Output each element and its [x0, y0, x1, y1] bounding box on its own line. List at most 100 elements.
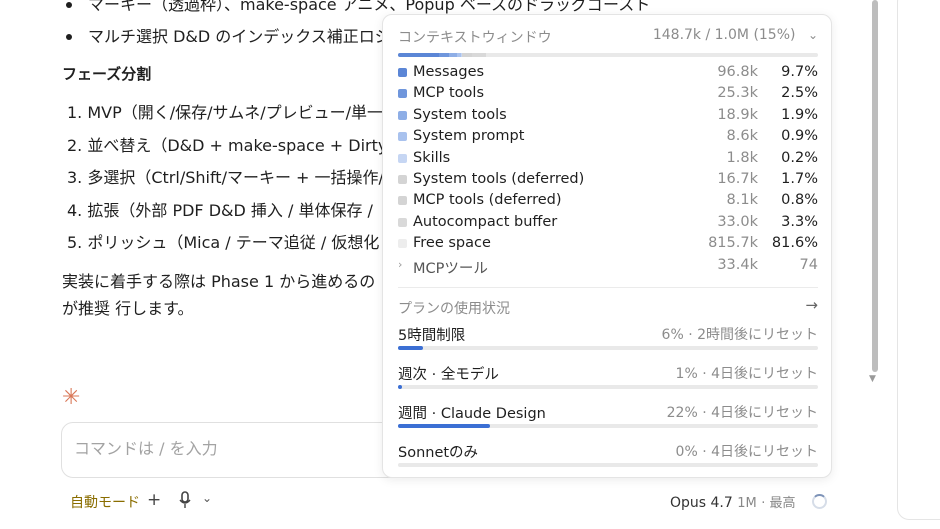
category-label: MCP tools (deferred): [413, 192, 562, 209]
list-item: 4. 拡張（外部 PDF D&D 挿入 / 単体保存 /: [67, 200, 373, 220]
plan-usage-header[interactable]: プランの使用状況 →: [398, 296, 818, 318]
category-amount: 18.9k: [717, 106, 758, 123]
context-usage-ring-icon[interactable]: [812, 494, 827, 509]
context-usage-bar: [398, 53, 818, 57]
category-amount: 1.8k: [726, 149, 758, 166]
legend-swatch: [398, 239, 407, 249]
scroll-down-icon[interactable]: ▼: [869, 374, 876, 384]
category-amount: 8.6k: [726, 128, 758, 145]
legend-swatch: [398, 217, 407, 227]
model-effort: · 最高: [761, 496, 796, 511]
legend-swatch: [398, 196, 407, 206]
category-percent: 0.2%: [781, 149, 818, 166]
category-amount: 96.8k: [717, 64, 758, 80]
category-percent: 2.5%: [781, 85, 818, 102]
context-category-row: System tools (deferred) 16.7k 1.7%: [398, 169, 818, 190]
mcp-group-label: MCPツール: [413, 261, 488, 277]
summary-text: 実装に着手する際は Phase 1 から進めるのが推奨 行します。: [62, 272, 376, 318]
category-label: System tools (deferred): [413, 170, 585, 187]
limit-label: 5時間制限: [398, 328, 466, 344]
category-label: Skills: [413, 149, 451, 166]
context-category-row: MCP tools (deferred) 8.1k 0.8%: [398, 190, 818, 211]
category-amount: 8.1k: [726, 192, 758, 209]
limit-progress-fill: [398, 385, 403, 389]
category-label: MCP tools: [413, 85, 484, 102]
category-percent: 81.6%: [771, 235, 818, 252]
limit-progress-track: [398, 463, 818, 467]
context-category-row: Messages 96.8k 9.7%: [398, 62, 818, 83]
side-panel: [897, 0, 940, 520]
usage-segment: [461, 53, 469, 57]
context-header[interactable]: コンテキストウィンドウ 148.7k / 1.0M (15%) ⌄: [398, 27, 818, 47]
legend-swatch: [398, 89, 407, 99]
chevron-down-icon[interactable]: ⌄: [808, 28, 818, 42]
divider: [398, 287, 818, 288]
limit-label: 週次 · 全モデル: [398, 367, 499, 383]
limit-progress-fill: [398, 424, 491, 428]
context-category-row: Free space 815.7k 81.6%: [398, 233, 818, 254]
category-amount: 25.3k: [717, 85, 758, 102]
limit-label: Sonnetのみ: [398, 445, 479, 461]
category-percent: 0.9%: [781, 128, 818, 145]
claude-spark-icon: ✳: [62, 385, 81, 410]
context-popup: コンテキストウィンドウ 148.7k / 1.0M (15%) ⌄ Messag…: [382, 14, 832, 478]
scrollbar-thumb[interactable]: [872, 0, 878, 372]
usage-segment: [398, 53, 439, 57]
chevron-down-icon[interactable]: ⌄: [202, 491, 212, 505]
category-label: Free space: [413, 235, 491, 252]
mcp-tools-group[interactable]: › MCPツール 33.4k 74: [398, 257, 818, 279]
limit-progress-track: [398, 346, 818, 350]
mode-selector[interactable]: 自動モード: [70, 492, 140, 512]
legend-swatch: [398, 110, 407, 120]
model-name: Opus 4.7: [670, 495, 733, 511]
context-category-list: Messages 96.8k 9.7% MCP tools 25.3k 2.5% Syste…: [398, 62, 818, 255]
category-label: Autocompact buffer: [413, 213, 558, 230]
context-title: コンテキストウィンドウ: [398, 30, 552, 46]
model-selector[interactable]: Opus 4.7 1M · 最高: [670, 492, 795, 511]
context-category-row: MCP tools 25.3k 2.5%: [398, 83, 818, 104]
phase-list: 1. MVP（開く/保存/サムネ/プレビュー/単一選 2. 並べ替え（D&D +…: [67, 102, 411, 265]
add-icon[interactable]: +: [147, 490, 161, 510]
list-item: 1. MVP（開く/保存/サムネ/プレビュー/単一選: [67, 103, 399, 122]
context-category-row: System prompt 8.6k 0.9%: [398, 126, 818, 147]
model-context: 1M: [737, 496, 757, 511]
category-percent: 1.9%: [781, 106, 818, 123]
list-item: 2. 並べ替え（D&D + make-space + Dirty: [67, 135, 388, 155]
microphone-icon[interactable]: [179, 491, 191, 509]
context-category-row: Skills 1.8k 0.2%: [398, 148, 818, 169]
usage-segment: [438, 53, 450, 57]
category-amount: 815.7k: [708, 235, 758, 252]
plan-limit-row: Sonnetのみ 0% · 4日後にリセット: [398, 441, 818, 469]
category-label: System tools: [413, 106, 507, 123]
chevron-right-icon: ›: [398, 258, 403, 271]
usage-segment: [472, 53, 487, 57]
plan-limit-row: 5時間制限 6% · 2時間後にリセット: [398, 324, 818, 352]
plan-usage-title: プランの使用状況: [398, 301, 510, 317]
arrow-right-icon[interactable]: →: [805, 296, 818, 314]
category-label: Messages: [413, 64, 485, 80]
context-usage: 148.7k / 1.0M (15%) ⌄: [652, 27, 818, 43]
category-percent: 3.3%: [781, 213, 818, 230]
limit-progress-track: [398, 424, 818, 428]
legend-swatch: [398, 68, 407, 77]
limit-label: 週間 · Claude Design: [398, 406, 546, 422]
limit-progress-track: [398, 385, 818, 389]
limit-status: 1% · 4日後にリセット: [675, 366, 818, 382]
category-percent: 0.8%: [781, 192, 818, 209]
limit-progress-fill: [398, 346, 424, 350]
legend-swatch: [398, 153, 407, 163]
limit-status: 0% · 4日後にリセット: [675, 444, 818, 460]
context-category-row: System tools 18.9k 1.9%: [398, 105, 818, 126]
legend-swatch: [398, 174, 407, 184]
command-input[interactable]: [74, 439, 374, 458]
section-heading: フェーズ分割: [62, 65, 152, 83]
category-label: System prompt: [413, 128, 525, 145]
legend-swatch: [398, 132, 407, 142]
category-percent: 1.7%: [781, 170, 818, 187]
mcp-group-amount: 33.4k: [717, 257, 758, 273]
category-amount: 16.7k: [717, 170, 758, 187]
plan-limit-row: 週次 · 全モデル 1% · 4日後にリセット: [398, 363, 818, 391]
usage-segment: [449, 53, 458, 57]
limit-status: 6% · 2時間後にリセット: [661, 327, 818, 343]
limit-status: 22% · 4日後にリセット: [666, 405, 818, 421]
